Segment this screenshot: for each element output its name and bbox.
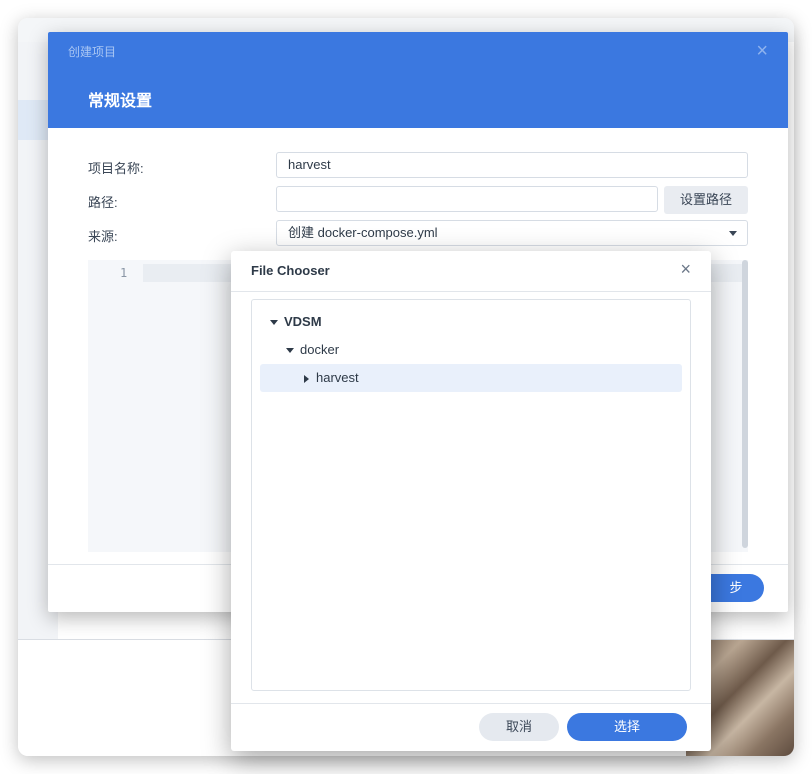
- tree-node-label: docker: [300, 342, 340, 357]
- file-chooser-header-divider: [231, 291, 711, 292]
- dialog-header: 创建项目 × 常规设置: [48, 32, 788, 128]
- expand-arrow-icon: [270, 320, 278, 326]
- path-label: 路径:: [88, 195, 118, 210]
- project-name-label: 项目名称:: [88, 161, 144, 176]
- source-select[interactable]: 创建 docker-compose.yml: [276, 220, 748, 246]
- set-path-button[interactable]: 设置路径: [664, 186, 748, 214]
- tree-node-label: harvest: [316, 370, 359, 385]
- project-name-input[interactable]: harvest: [276, 152, 748, 178]
- page-title: 常规设置: [88, 93, 153, 110]
- editor-line-number: 1: [120, 266, 128, 280]
- tree-node-harvest[interactable]: harvest: [260, 364, 682, 392]
- expand-arrow-icon: [286, 348, 294, 354]
- file-chooser-dialog: File Chooser × VDSM docker harvest 取消 选择: [231, 251, 711, 751]
- select-button[interactable]: 选择: [567, 713, 687, 741]
- close-icon[interactable]: ×: [680, 259, 691, 280]
- editor-scrollbar[interactable]: [742, 260, 748, 548]
- path-input[interactable]: [276, 186, 658, 212]
- tree-node-label: VDSM: [284, 314, 322, 329]
- tree-node-docker[interactable]: docker: [260, 336, 682, 364]
- chevron-down-icon: [729, 231, 737, 236]
- next-button-label: 步: [729, 580, 743, 595]
- folder-tree: VDSM docker harvest: [251, 299, 691, 691]
- tree-node-vdsm[interactable]: VDSM: [260, 308, 682, 336]
- dialog-close-icon[interactable]: ×: [756, 40, 768, 63]
- collapse-arrow-icon: [304, 374, 309, 383]
- file-chooser-title: File Chooser: [251, 263, 330, 278]
- source-select-value: 创建 docker-compose.yml: [288, 225, 438, 240]
- file-chooser-footer-divider: [231, 703, 711, 704]
- source-label: 来源:: [88, 229, 118, 244]
- cancel-button[interactable]: 取消: [479, 713, 559, 741]
- dialog-window-title: 创建项目: [68, 45, 117, 59]
